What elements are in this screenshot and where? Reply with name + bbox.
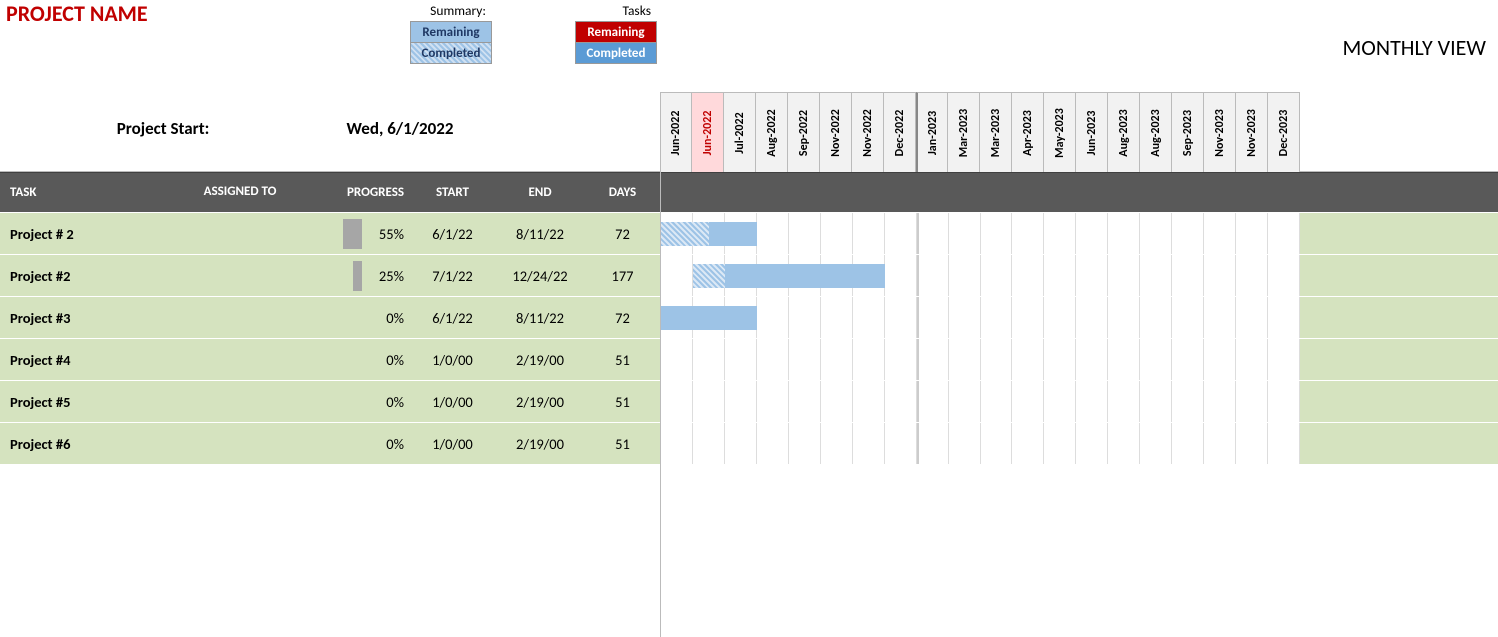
month-header-cell: Jun-2022 [692,92,724,172]
gantt-row [660,423,1300,464]
progress-text: 0% [386,351,404,369]
cell-end[interactable]: 8/11/22 [495,309,585,327]
col-header-days: DAYS [585,185,660,200]
month-header-cell: Nov-2023 [1204,92,1236,172]
progress-bar-fill [343,219,362,249]
month-header-cell: Aug-2023 [1140,92,1172,172]
cell-progress[interactable]: 0% [305,393,410,411]
cell-task[interactable]: Project #6 [0,435,175,453]
cell-days[interactable]: 51 [585,435,660,453]
cell-progress[interactable]: 0% [305,435,410,453]
col-header-progress: PROGRESS [305,185,410,200]
cell-progress[interactable]: 0% [305,309,410,327]
cell-start[interactable]: 1/0/00 [410,435,495,453]
table-row: Project #3 0% 6/1/228/11/2272 [0,296,1498,338]
cell-progress[interactable]: 55% [305,225,410,243]
cell-start[interactable]: 1/0/00 [410,351,495,369]
gantt-row [660,339,1300,380]
project-start-value: Wed, 6/1/2022 [310,118,490,139]
cell-start[interactable]: 6/1/22 [410,225,495,243]
month-header-cell: Jun-2022 [660,92,692,172]
col-header-start: START [410,185,495,200]
col-header-assigned: ASSIGNED TO [175,185,305,199]
gantt-row [660,381,1300,422]
project-start-label: Project Start: [53,118,273,139]
month-header-cell: Aug-2023 [1108,92,1140,172]
legend-tasks-completed: Completed [575,42,657,64]
month-header-cell: Nov-2022 [852,92,884,172]
gantt-row [660,213,1300,254]
legend-tasks: Tasks Remaining Completed [575,0,657,64]
progress-text: 25% [379,267,404,285]
month-header-cell: Apr-2023 [1012,92,1044,172]
month-header-cell: Mar-2023 [980,92,1012,172]
cell-end[interactable]: 2/19/00 [495,393,585,411]
progress-text: 0% [386,435,404,453]
task-grid: TASK ASSIGNED TO PROGRESS START END DAYS… [0,172,1498,464]
cell-start[interactable]: 6/1/22 [410,309,495,327]
vertical-divider [660,172,661,637]
cell-days[interactable]: 51 [585,351,660,369]
legend-summary-remaining: Remaining [410,21,492,43]
month-header-cell: May-2023 [1044,92,1076,172]
cell-progress[interactable]: 25% [305,267,410,285]
gantt-bar-remaining [661,306,757,330]
month-header-cell: Dec-2022 [884,92,916,172]
cell-days[interactable]: 51 [585,393,660,411]
gantt-bar-completed [661,222,709,246]
legend-tasks-label: Tasks [575,0,657,22]
cell-task[interactable]: Project #4 [0,351,175,369]
month-header-cell: Jan-2023 [916,92,948,172]
month-header-cell: Mar-2023 [948,92,980,172]
cell-task[interactable]: Project #3 [0,309,175,327]
cell-start[interactable]: 7/1/22 [410,267,495,285]
cell-task[interactable]: Project # 2 [0,225,175,243]
gantt-row [660,297,1300,338]
table-row: Project #5 0% 1/0/002/19/0051 [0,380,1498,422]
cell-task[interactable]: Project #2 [0,267,175,285]
table-row: Project #2 25% 7/1/2212/24/22177 [0,254,1498,296]
month-header-cell: Jul-2022 [724,92,756,172]
cell-days[interactable]: 177 [585,267,660,285]
col-header-task: TASK [0,185,175,200]
month-header-cell: Aug-2022 [756,92,788,172]
col-header-end: END [495,185,585,200]
legend-summary-completed: Completed [410,42,492,64]
legend-summary-label: Summary: [410,0,492,22]
cell-days[interactable]: 72 [585,225,660,243]
table-row: Project #4 0% 1/0/002/19/0051 [0,338,1498,380]
month-header-cell: Nov-2023 [1236,92,1268,172]
month-header-cell: Nov-2022 [820,92,852,172]
cell-days[interactable]: 72 [585,309,660,327]
month-header-cell: Sep-2023 [1172,92,1204,172]
progress-text: 0% [386,309,404,327]
cell-end[interactable]: 2/19/00 [495,351,585,369]
cell-end[interactable]: 2/19/00 [495,435,585,453]
legend-summary: Summary: Remaining Completed [410,0,492,64]
legend-tasks-remaining: Remaining [575,21,657,43]
cell-task[interactable]: Project #5 [0,393,175,411]
gantt-bar-remaining [709,222,757,246]
cell-start[interactable]: 1/0/00 [410,393,495,411]
cell-progress[interactable]: 0% [305,351,410,369]
cell-end[interactable]: 12/24/22 [495,267,585,285]
table-row: Project # 2 55% 6/1/228/11/2272 [0,212,1498,254]
cell-end[interactable]: 8/11/22 [495,225,585,243]
month-header-cell: Sep-2022 [788,92,820,172]
view-mode-label: MONTHLY VIEW [1343,34,1487,61]
gantt-bar-completed [693,264,725,288]
gantt-bar-remaining [725,264,885,288]
progress-text: 55% [379,225,404,243]
month-header-cell: Dec-2023 [1268,92,1300,172]
gantt-row [660,255,1300,296]
progress-bar-fill [353,261,362,291]
header-area: PROJECT NAME Summary: Remaining Complete… [0,0,1498,172]
progress-text: 0% [386,393,404,411]
table-row: Project #6 0% 1/0/002/19/0051 [0,422,1498,464]
month-header-cell: Jun-2023 [1076,92,1108,172]
column-header-row: TASK ASSIGNED TO PROGRESS START END DAYS [0,172,1498,212]
project-title: PROJECT NAME [6,0,148,27]
